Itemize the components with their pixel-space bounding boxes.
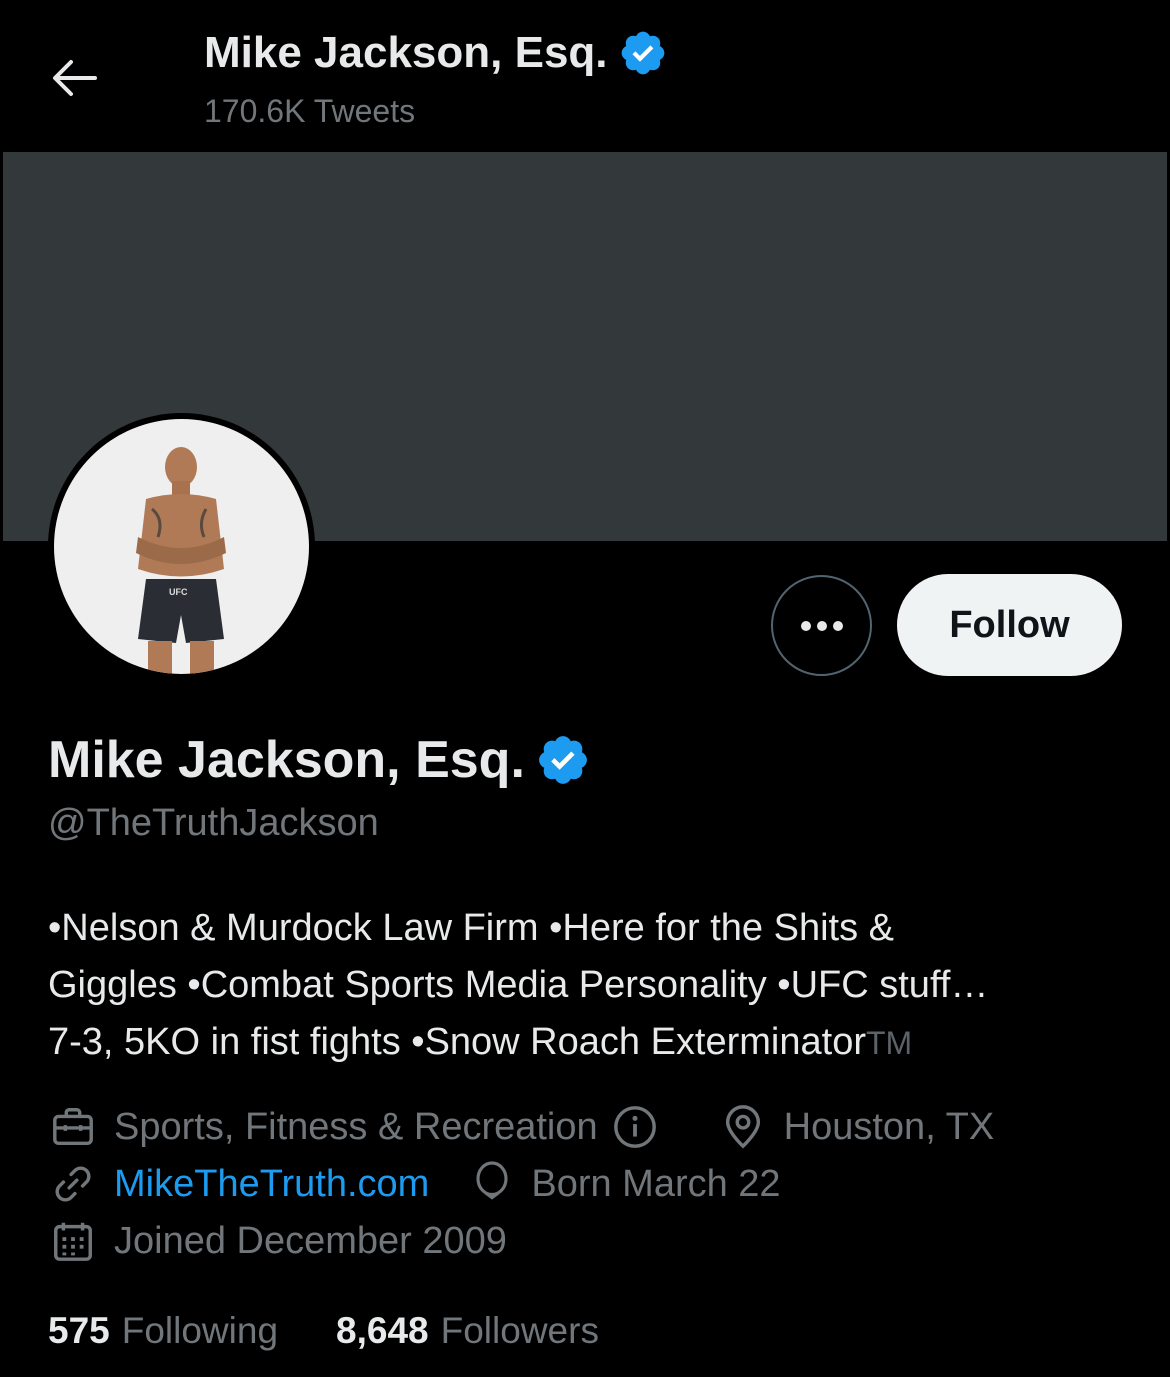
header-name: Mike Jackson, Esq. xyxy=(204,28,608,77)
verified-badge-icon xyxy=(538,736,587,784)
calendar-icon xyxy=(54,1222,92,1261)
bio-line: •Nelson & Murdock Law Firm •Here for the… xyxy=(48,907,895,949)
top-bar: Mike Jackson, Esq. 170.6K Tweets xyxy=(0,0,1170,152)
verified-badge-icon xyxy=(621,31,664,75)
fighter-photo-icon: UFC xyxy=(136,447,226,674)
profile-name-text: Mike Jackson, Esq. xyxy=(48,731,525,789)
bio-line: Giggles •Combat Sports Media Personality… xyxy=(48,964,989,1006)
avatar[interactable]: UFC xyxy=(48,413,315,680)
followers-label: Followers xyxy=(440,1310,599,1351)
svg-text:UFC: UFC xyxy=(169,587,188,597)
profile-bio: •Nelson & Murdock Law Firm •Here for the… xyxy=(48,900,1128,1072)
joined-item: Joined December 2009 xyxy=(50,1218,507,1264)
header-title: Mike Jackson, Esq. xyxy=(204,28,668,78)
location-pin-icon xyxy=(725,1105,760,1149)
info-icon[interactable] xyxy=(612,1104,658,1150)
category-item: Sports, Fitness & Recreation xyxy=(50,1104,676,1150)
balloon-icon xyxy=(476,1161,508,1200)
joined-text: Joined December 2009 xyxy=(114,1219,507,1262)
followers-count: 8,648 xyxy=(336,1310,429,1351)
profile-stats: 575 Following 8,648 Followers xyxy=(48,1310,657,1352)
website-link[interactable]: MikeTheTruth.com xyxy=(114,1163,429,1206)
back-button[interactable] xyxy=(44,48,104,108)
briefcase-icon xyxy=(53,1108,93,1146)
profile-handle: @TheTruthJackson xyxy=(48,802,379,844)
tweet-count: 170.6K Tweets xyxy=(204,93,416,129)
avatar-image: UFC xyxy=(54,419,309,674)
follow-button[interactable]: Follow xyxy=(897,574,1122,676)
bio-line-text: 7-3, 5KO in fist fights •Snow Roach Exte… xyxy=(48,1021,866,1063)
followers-link[interactable]: 8,648 Followers xyxy=(336,1310,599,1352)
category-text: Sports, Fitness & Recreation xyxy=(114,1105,598,1148)
birthday-item: Born March 22 xyxy=(471,1161,781,1207)
link-icon xyxy=(55,1166,91,1202)
following-count: 575 xyxy=(48,1310,110,1351)
more-dots-icon xyxy=(800,620,843,631)
location-item: Houston, TX xyxy=(720,1104,995,1150)
bio-trademark: TM xyxy=(865,1025,913,1061)
meta-row-1: Sports, Fitness & Recreation Houston, TX xyxy=(50,1104,994,1150)
more-options-button[interactable] xyxy=(771,575,872,676)
birthday-text: Born March 22 xyxy=(531,1162,781,1205)
website-item: MikeTheTruth.com xyxy=(50,1161,429,1207)
back-arrow-icon xyxy=(53,60,97,96)
following-link[interactable]: 575 Following xyxy=(48,1310,278,1352)
meta-row-3: Joined December 2009 xyxy=(50,1218,507,1264)
meta-row-2: MikeTheTruth.com Born March 22 xyxy=(50,1161,781,1207)
bio-line-last: 7-3, 5KO in fist fights •Snow Roach Exte… xyxy=(48,1014,1128,1072)
location-text: Houston, TX xyxy=(783,1105,995,1148)
profile-name: Mike Jackson, Esq. xyxy=(48,730,591,790)
following-label: Following xyxy=(121,1310,279,1351)
